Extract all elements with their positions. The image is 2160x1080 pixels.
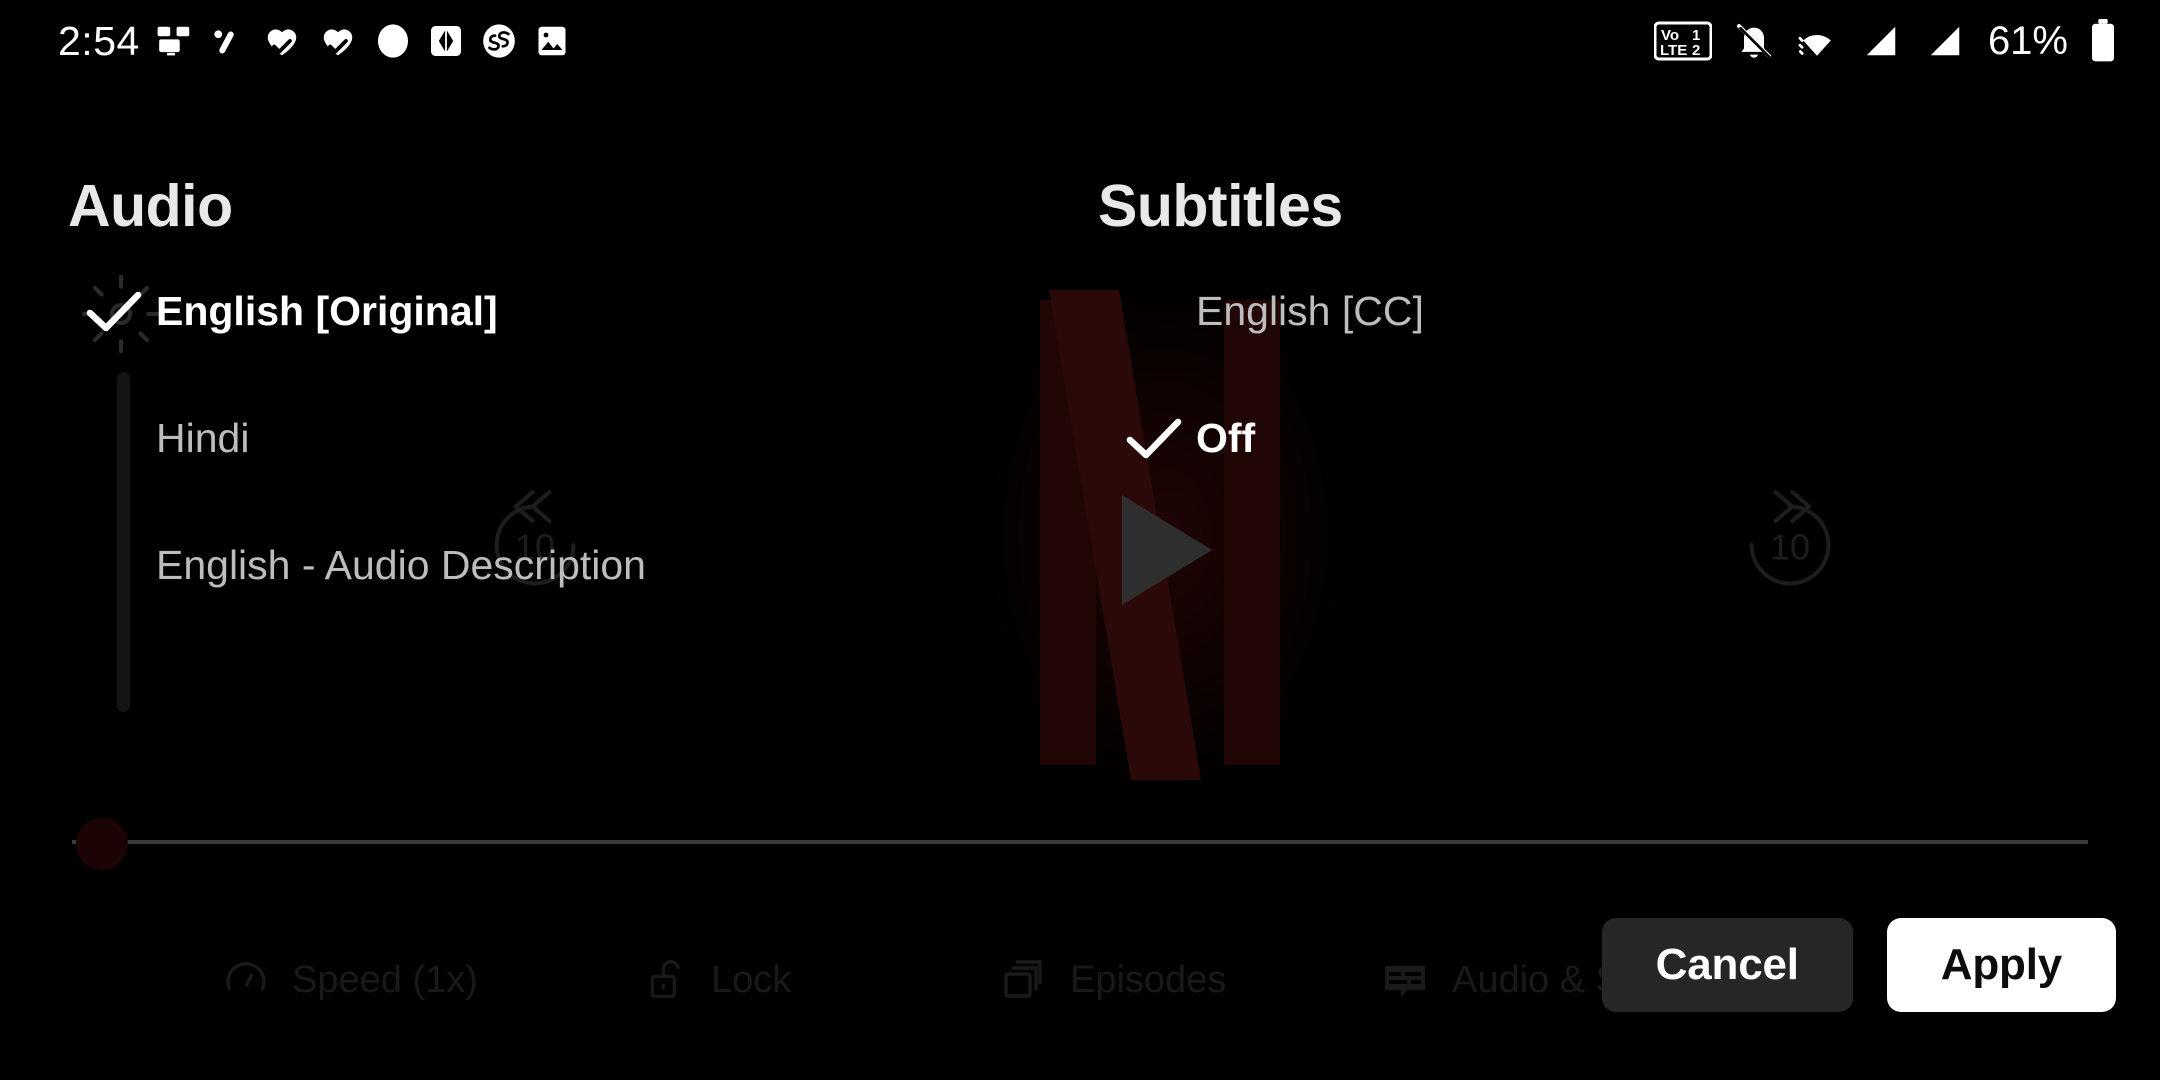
check-icon bbox=[1126, 418, 1196, 460]
apply-button[interactable]: Apply bbox=[1886, 918, 2116, 1012]
subtitles-column-title: Subtitles bbox=[1098, 173, 1343, 239]
status-bar-clock: 2:54 bbox=[58, 17, 140, 64]
heart-check-icon bbox=[262, 22, 302, 60]
audio-option-label: English [Original] bbox=[156, 288, 498, 334]
photo-icon bbox=[534, 23, 570, 59]
pen-draw-icon bbox=[210, 23, 246, 59]
audio-option-label: Hindi bbox=[156, 415, 250, 461]
status-bar: 2:54 Vo LTE 1 2 61% bbox=[0, 0, 2160, 82]
status-bar-left: 2:54 bbox=[0, 18, 570, 65]
svg-text:2: 2 bbox=[1692, 42, 1700, 59]
audio-option-label: English - Audio Description bbox=[156, 542, 646, 588]
subtitle-option-english-cc[interactable]: English [CC] bbox=[1126, 288, 1424, 335]
notifications-muted-icon bbox=[1734, 21, 1774, 61]
audio-list-scrollbar[interactable] bbox=[117, 372, 130, 712]
cancel-button[interactable]: Cancel bbox=[1601, 918, 1853, 1012]
subtitle-option-label: Off bbox=[1196, 415, 1256, 461]
signal-sim1-icon bbox=[1860, 22, 1902, 60]
circle-dot-icon bbox=[374, 22, 412, 60]
subtitle-option-label: English [CC] bbox=[1196, 288, 1424, 334]
status-bar-right: Vo LTE 1 2 61% bbox=[1653, 18, 2160, 64]
heart-check-icon-2 bbox=[318, 22, 358, 60]
screen-cast-icon bbox=[156, 22, 194, 60]
audio-option-english-audio-description[interactable]: English - Audio Description bbox=[86, 542, 646, 589]
audio-option-hindi[interactable]: Hindi bbox=[86, 415, 249, 462]
infinity-circle-icon bbox=[480, 22, 518, 60]
diamond-square-icon bbox=[428, 23, 464, 59]
subtitle-option-off[interactable]: Off bbox=[1126, 415, 1255, 462]
check-icon bbox=[86, 291, 156, 333]
svg-text:LTE: LTE bbox=[1660, 42, 1687, 59]
audio-option-english-original[interactable]: English [Original] bbox=[86, 288, 498, 335]
battery-percent-label: 61% bbox=[1987, 18, 2068, 63]
signal-sim2-icon bbox=[1924, 22, 1966, 60]
volte-dual-sim-icon: Vo LTE 1 2 bbox=[1653, 21, 1712, 61]
wifi-icon bbox=[1796, 22, 1838, 60]
overlay-footer-actions: Cancel Apply bbox=[1601, 918, 2116, 1012]
audio-column-title: Audio bbox=[68, 173, 233, 239]
battery-icon bbox=[2090, 19, 2116, 63]
